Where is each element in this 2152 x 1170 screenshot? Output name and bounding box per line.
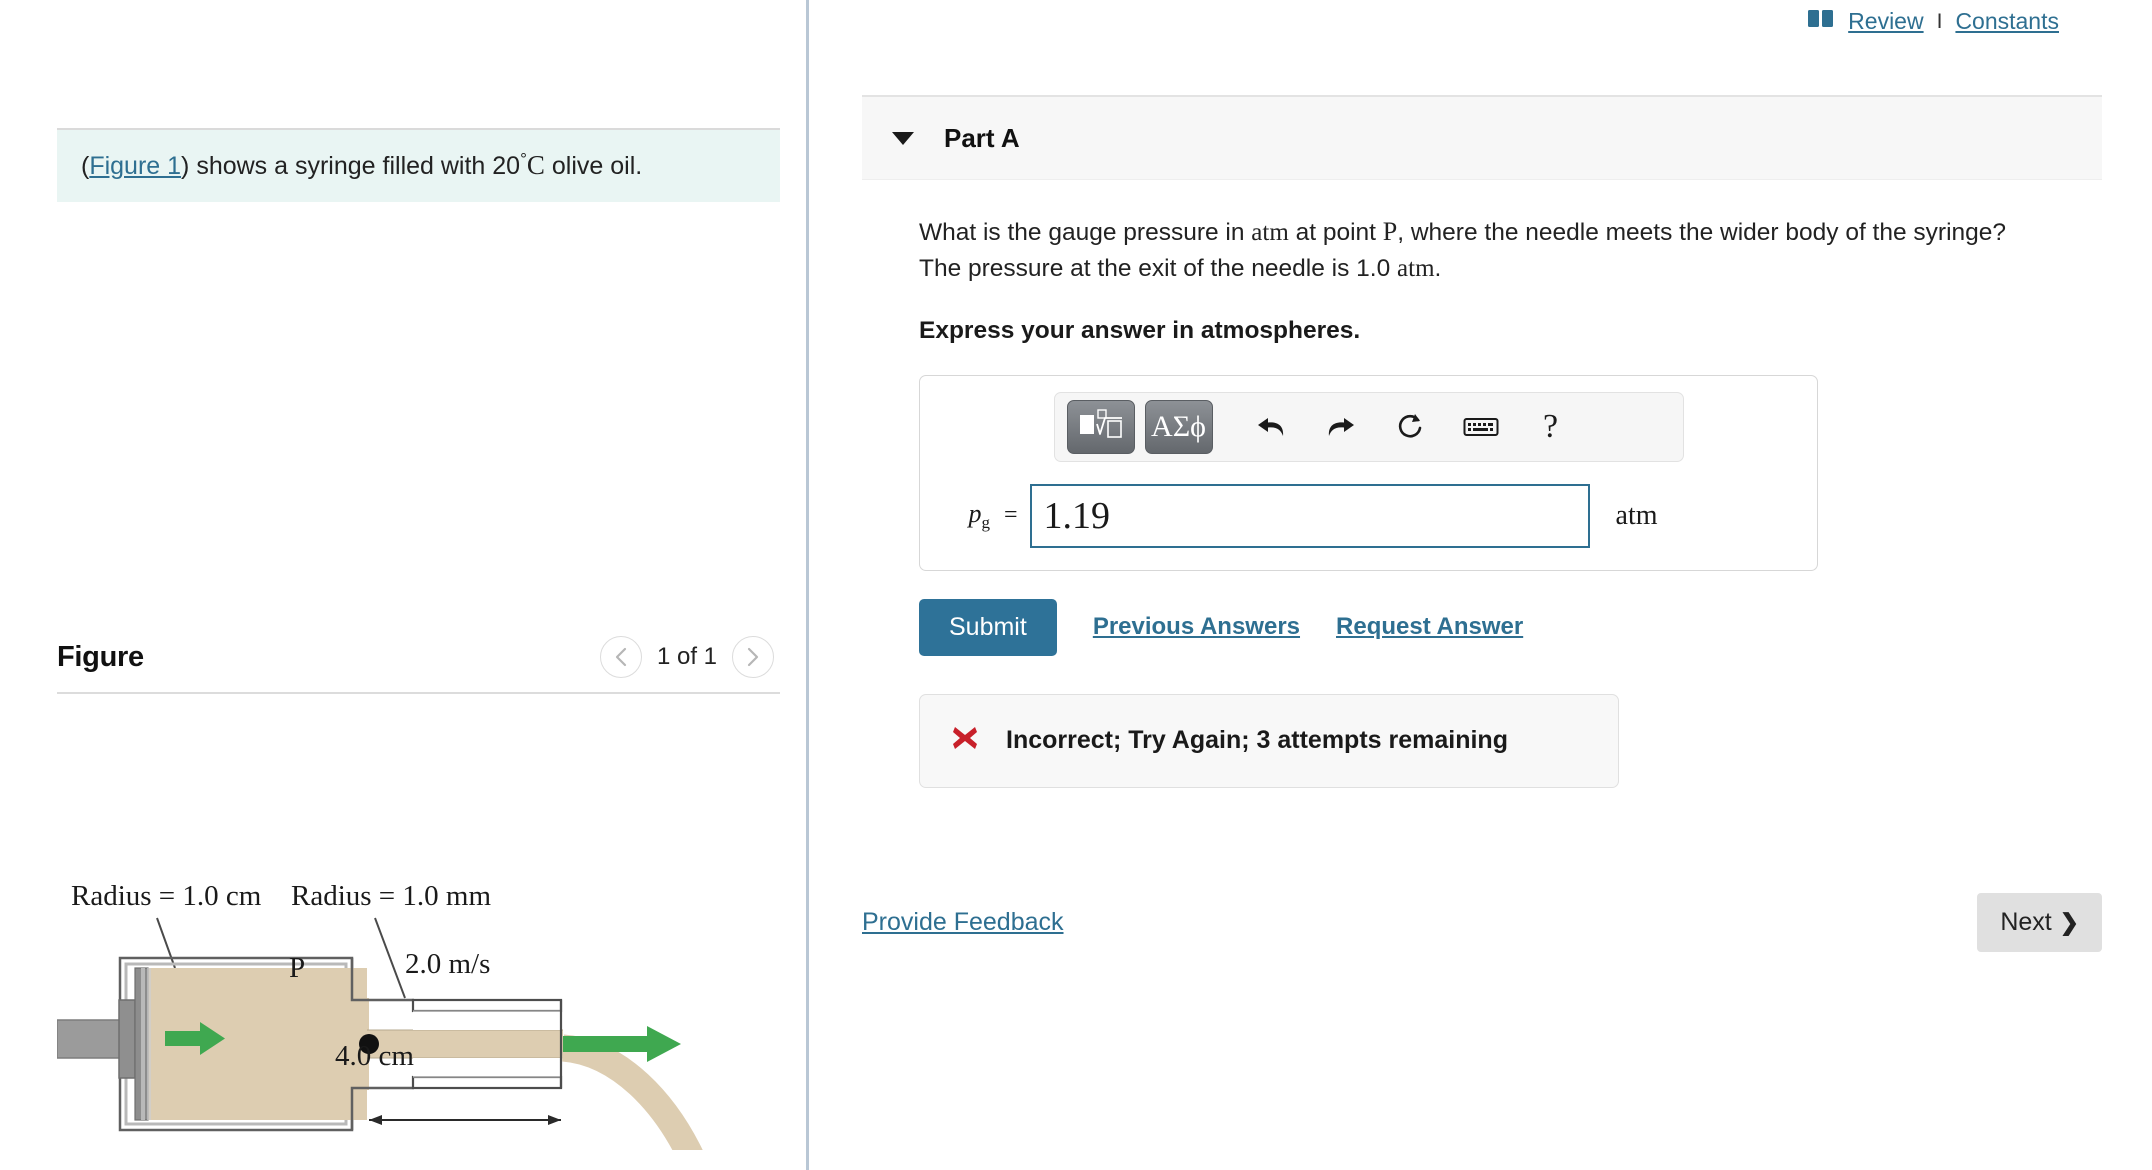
part-a-header[interactable]: Part A — [862, 97, 2102, 180]
keyboard-icon[interactable] — [1451, 400, 1511, 454]
links-separator: I — [1936, 9, 1943, 33]
feedback-message: Incorrect; Try Again; 3 attempts remaini… — [1006, 726, 1508, 755]
answer-entry-box: ΑΣϕ ? pg = 1.19 atm — [919, 374, 1818, 571]
degree-symbol: ° — [520, 150, 527, 170]
answer-variable: p — [968, 498, 982, 528]
equals-sign: = — [1004, 502, 1018, 529]
review-link[interactable]: Review — [1848, 8, 1923, 35]
top-links-bar: Review I Constants — [1808, 8, 2059, 35]
intro-callout: (Figure 1) shows a syringe filled with 2… — [57, 128, 780, 202]
bottom-action-row: Provide Feedback Next ❯ — [862, 893, 2102, 952]
label-radius-needle: Radius = 1.0 mm — [291, 880, 492, 912]
celsius-symbol: C — [526, 150, 545, 181]
figure-1-link[interactable]: Figure 1 — [89, 152, 181, 180]
chevron-left-icon — [613, 646, 629, 668]
intro-text: (Figure 1) shows a syringe filled with 2… — [81, 148, 642, 183]
submit-button[interactable]: Submit — [919, 598, 1057, 656]
figure-prev-button[interactable] — [600, 636, 642, 678]
help-button[interactable]: ? — [1521, 400, 1581, 454]
question-unit-atm-2: atm — [1397, 254, 1435, 282]
math-toolbar: ΑΣϕ ? — [1053, 391, 1684, 462]
figure-pager: 1 of 1 — [600, 636, 780, 678]
math-template-button[interactable] — [1066, 399, 1135, 454]
provide-feedback-link[interactable]: Provide Feedback — [862, 908, 1064, 937]
syringe-figure: Radius = 1.0 cm Radius = 1.0 mm 2.0 m/s … — [56, 700, 780, 1170]
label-radius-body: Radius = 1.0 cm — [71, 880, 262, 912]
figure-next-button[interactable] — [732, 636, 774, 678]
figure-title: Figure — [57, 640, 144, 673]
question-text: What is the gauge pressure in atm at poi… — [919, 214, 2039, 287]
request-answer-link[interactable]: Request Answer — [1336, 613, 1523, 641]
part-a-panel: Part A What is the gauge pressure in atm… — [862, 95, 2102, 788]
label-point-p: P — [289, 952, 306, 984]
question-seg-4: . — [1434, 254, 1442, 282]
redo-icon[interactable] — [1311, 400, 1371, 454]
page-root: (Figure 1) shows a syringe filled with 2… — [0, 0, 2152, 1170]
constants-link[interactable]: Constants — [1955, 8, 2059, 35]
figure-header: Figure 1 of 1 — [57, 622, 780, 694]
greek-symbols-label: ΑΣϕ — [1151, 409, 1206, 443]
next-button-label: Next — [2000, 908, 2052, 936]
left-pane: (Figure 1) shows a syringe filled with 2… — [0, 0, 806, 1170]
question-instruction: Express your answer in atmospheres. — [919, 316, 1361, 344]
book-icon — [1808, 8, 1834, 35]
syringe-diagram-svg — [56, 917, 710, 1170]
right-pane: Review I Constants Part A What is the ga… — [809, 0, 2152, 1170]
figure-pager-label: 1 of 1 — [656, 643, 718, 670]
answer-variable-label: pg — [920, 499, 1004, 533]
math-template-icon — [1079, 407, 1123, 446]
intro-text-body: ) shows a syringe filled with 20 — [181, 152, 521, 181]
part-a-title: Part A — [944, 122, 1020, 153]
question-point-p: P — [1382, 217, 1398, 246]
greek-symbols-button[interactable]: ΑΣϕ — [1144, 399, 1213, 454]
label-needle-length: 4.0 cm — [335, 1040, 414, 1072]
answer-input[interactable] — [1029, 483, 1590, 548]
next-button[interactable]: Next ❯ — [1977, 893, 2102, 952]
x-mark-icon — [950, 723, 980, 758]
chevron-right-icon: ❯ — [2059, 909, 2079, 935]
answer-row: pg = atm — [920, 462, 1817, 548]
answer-subscript: g — [981, 512, 991, 532]
question-seg-1: What is the gauge pressure in — [919, 219, 1252, 246]
feedback-banner: Incorrect; Try Again; 3 attempts remaini… — [919, 693, 1619, 788]
question-seg-2: at point — [1288, 219, 1383, 246]
question-unit-atm: atm — [1251, 219, 1289, 246]
label-exit-speed: 2.0 m/s — [405, 948, 491, 980]
refresh-icon[interactable] — [1381, 400, 1441, 454]
previous-answers-link[interactable]: Previous Answers — [1093, 613, 1300, 641]
answer-actions: Submit Previous Answers Request Answer — [919, 598, 2102, 656]
answer-unit-label: atm — [1615, 499, 1658, 531]
intro-text-tail: olive oil. — [544, 152, 643, 181]
undo-icon[interactable] — [1241, 400, 1301, 454]
chevron-right-icon — [745, 646, 761, 668]
part-a-body: What is the gauge pressure in atm at poi… — [862, 180, 2102, 788]
caret-down-icon[interactable] — [892, 131, 914, 145]
